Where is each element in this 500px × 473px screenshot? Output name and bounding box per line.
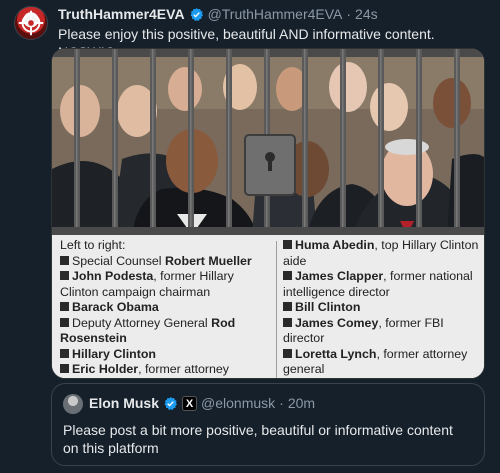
caption-name: Hillary Clinton [72,346,156,361]
caption-prefix: Deputy Attorney General [72,315,212,330]
caption-name: James Clapper [295,269,384,283]
caption-item: Special Counsel Robert Mueller [60,254,273,270]
caption-item: Bill Clinton [283,300,483,316]
caption-item: Eric Holder, former attorney general [60,362,273,378]
bullet-square-icon [283,317,292,327]
separator-dot: · [346,6,352,22]
caption-item: Deputy Attorney General Rod Rosenstein [60,316,273,347]
image-caption: Left to right: Special Counsel Robert Mu… [52,235,484,378]
padlock-icon [244,134,296,196]
avatar-emblem-icon [18,10,44,36]
separator-dot: · [279,395,284,411]
caption-name: John Podesta [72,269,154,283]
x-affiliate-badge-icon[interactable]: X [182,395,198,411]
caption-item: James Comey, former FBI director [283,316,483,347]
caption-intro: Left to right: [60,238,126,252]
quoted-post-timestamp[interactable]: 20m [288,395,315,411]
caption-item: James Clapper, former national intellige… [283,269,483,300]
quoted-post-text: Please post a bit more positive, beautif… [63,422,453,456]
post-timestamp[interactable]: 24s [355,6,378,22]
bullet-square-icon [60,348,69,358]
author-handle[interactable]: @TruthHammer4EVA [208,6,343,22]
quoted-author-display-name[interactable]: Elon Musk [89,395,159,411]
caption-name: Barack Obama [72,300,159,314]
author-avatar[interactable] [14,6,48,40]
quoted-author-avatar[interactable] [63,394,83,414]
quoted-post[interactable]: Elon Musk X @elonmusk · 20m Please post … [51,383,485,466]
caption-name: Robert Mueller [164,253,252,268]
caption-item: Barack Obama [60,300,273,316]
caption-left-column: Left to right: Special Counsel Robert Mu… [60,238,273,378]
bullet-square-icon [60,317,69,327]
caption-item: Loretta Lynch, former attorney general [283,347,483,378]
caption-name: Huma Abedin [295,238,375,252]
caption-name: Bill Clinton [295,300,361,314]
caption-prefix: Special Counsel [72,253,165,268]
quoted-author-handle[interactable]: @elonmusk [201,395,275,411]
bullet-square-icon [283,271,292,280]
post-header: TruthHammer4EVA @TruthHammer4EVA · 24s [58,5,490,23]
author-display-name[interactable]: TruthHammer4EVA [58,6,185,22]
post-image[interactable]: Left to right: Special Counsel Robert Mu… [51,48,485,379]
caption-item: Hillary Clinton [60,347,273,363]
verified-badge-icon[interactable] [163,396,178,411]
caption-name: Loretta Lynch [295,346,377,361]
bullet-square-icon [60,302,69,311]
caption-item: John Podesta, former Hillary Clinton cam… [60,269,273,300]
jail-bars-photo [52,49,484,235]
bullet-square-icon [60,255,69,265]
caption-name: James Comey [295,315,379,330]
quoted-post-header: Elon Musk X @elonmusk · 20m [89,395,315,411]
caption-name: Eric Holder [72,362,139,376]
caption-divider [276,241,277,378]
bullet-square-icon [283,240,292,249]
caption-item: Huma Abedin, top Hillary Clinton aide [283,238,483,269]
bullet-square-icon [60,364,69,373]
bullet-square-icon [283,302,292,311]
bullet-square-icon [60,271,69,280]
caption-right-column: Huma Abedin, top Hillary Clinton aide Ja… [283,238,483,378]
bullet-square-icon [283,348,292,358]
verified-badge-icon[interactable] [189,7,204,22]
